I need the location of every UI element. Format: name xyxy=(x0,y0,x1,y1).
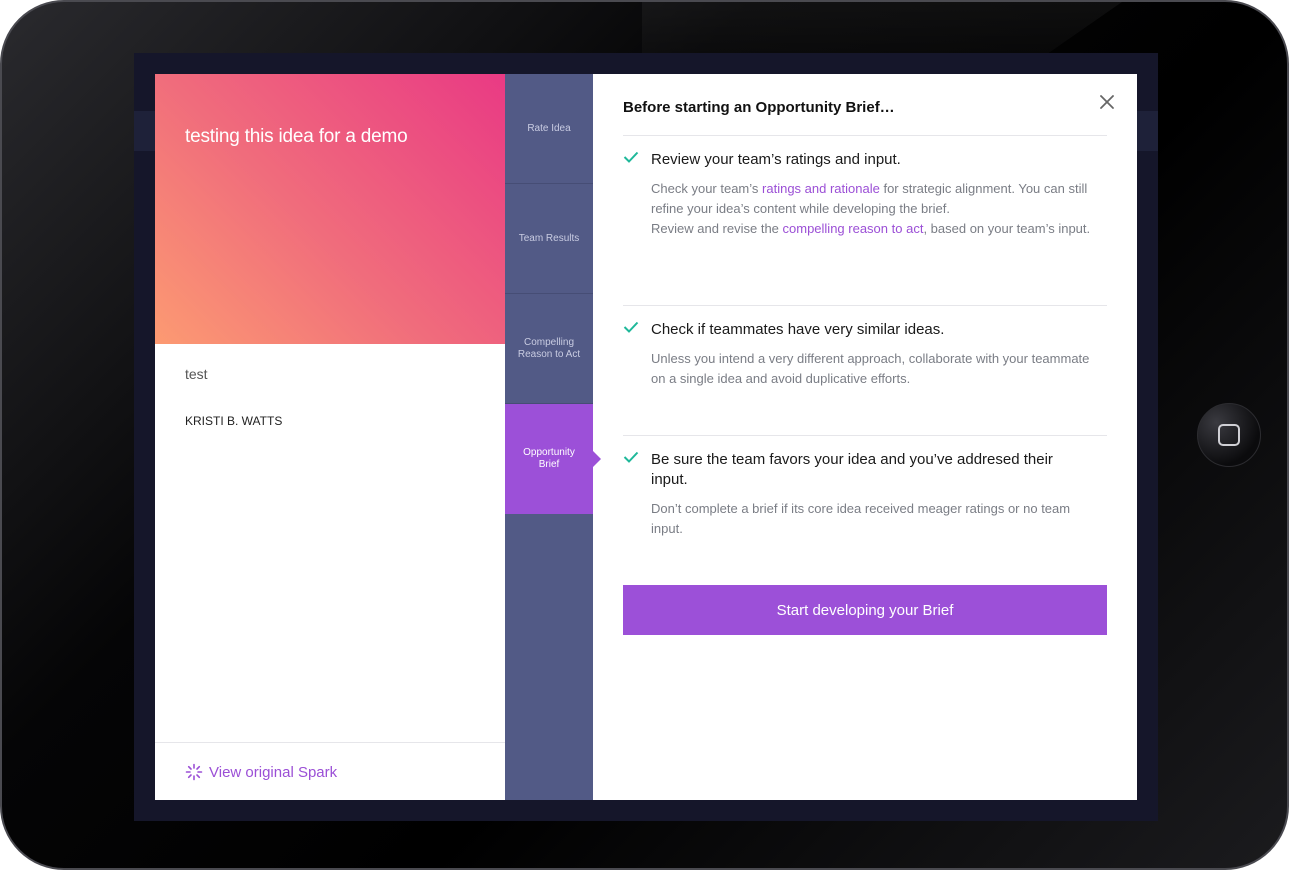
step-label: Team Results xyxy=(518,232,580,244)
tablet-screen: testing this idea for a demo test KRISTI… xyxy=(134,53,1158,821)
view-original-spark-link[interactable]: View original Spark xyxy=(185,763,337,781)
idea-panel-footer: View original Spark xyxy=(155,742,505,800)
body-text: Review and revise the xyxy=(651,221,783,236)
check-icon xyxy=(623,321,639,333)
step-rail: Rate Idea Team Results Compelling Reason… xyxy=(505,74,601,800)
close-icon[interactable] xyxy=(1096,91,1118,113)
idea-hero: testing this idea for a demo xyxy=(155,74,505,344)
step-opportunity-brief[interactable]: Opportunity Brief xyxy=(505,404,601,514)
step-rate-idea[interactable]: Rate Idea xyxy=(505,74,593,184)
step-compelling-reason[interactable]: Compelling Reason to Act xyxy=(505,294,593,404)
step-label: Compelling Reason to Act xyxy=(517,336,581,360)
home-button[interactable] xyxy=(1197,403,1261,467)
spark-icon xyxy=(185,763,203,781)
body-text: Check your team’s xyxy=(651,181,763,196)
brief-heading: Before starting an Opportunity Brief… xyxy=(623,99,895,116)
check-icon xyxy=(623,451,639,463)
step-team-results[interactable]: Team Results xyxy=(505,184,593,294)
idea-panel: testing this idea for a demo test KRISTI… xyxy=(155,74,505,800)
idea-description: test xyxy=(185,366,208,382)
idea-author: KRISTI B. WATTS xyxy=(185,414,283,428)
opportunity-brief-modal: testing this idea for a demo test KRISTI… xyxy=(155,74,1137,800)
idea-title: testing this idea for a demo xyxy=(185,126,408,147)
check-icon xyxy=(623,151,639,163)
ratings-and-rationale-link[interactable]: ratings and rationale xyxy=(762,181,880,196)
checklist-item-body: Check your team’s ratings and rationale … xyxy=(651,179,1091,239)
home-button-icon xyxy=(1218,424,1240,446)
divider xyxy=(623,305,1107,306)
checklist-item-body: Don’t complete a brief if its core idea … xyxy=(651,501,1071,536)
step-label: Rate Idea xyxy=(527,122,571,134)
checklist-item-title: Review your team’s ratings and input. xyxy=(651,151,901,168)
step-label: Opportunity Brief xyxy=(523,447,575,470)
start-developing-brief-button[interactable]: Start developing your Brief xyxy=(623,585,1107,635)
brief-checklist: Before starting an Opportunity Brief… Re… xyxy=(593,74,1137,800)
checklist-item-title: Be sure the team favors your idea and yo… xyxy=(651,451,1053,488)
divider xyxy=(623,135,1107,136)
tablet-frame: testing this idea for a demo test KRISTI… xyxy=(0,0,1289,870)
checklist-item-title: Check if teammates have very similar ide… xyxy=(651,321,945,338)
view-original-spark-label: View original Spark xyxy=(209,763,338,781)
compelling-reason-link[interactable]: compelling reason to act xyxy=(783,221,924,236)
body-text: , based on your team’s input. xyxy=(923,221,1091,236)
divider xyxy=(623,435,1107,436)
checklist-item-body: Unless you intend a very different appro… xyxy=(651,351,1090,386)
